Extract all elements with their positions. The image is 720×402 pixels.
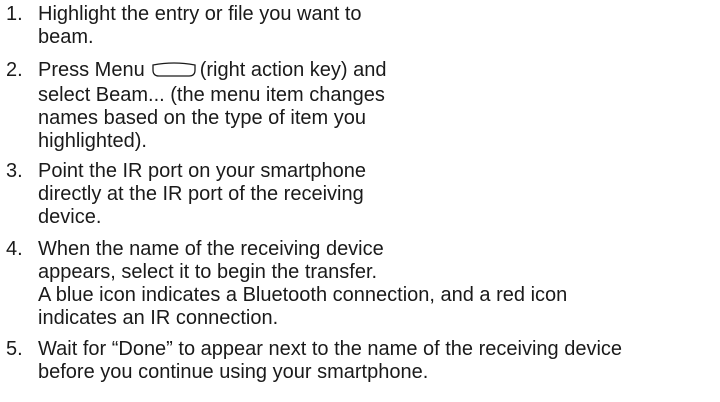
step-line: indicates an IR connection. (38, 307, 279, 329)
step-number: 5. (6, 338, 23, 360)
step-text: Press Menu (right action key) and select … (38, 59, 720, 153)
step-line: Highlight the entry or file you want to (38, 3, 362, 25)
step-text: Highlight the entry or file you want to … (38, 3, 720, 49)
step-number: 2. (6, 59, 23, 81)
step-line: device. (38, 206, 102, 228)
step-text: Wait for “Done” to appear next to the na… (38, 338, 720, 384)
step-line: Press Menu (right action key) and (38, 59, 720, 84)
step-line-end: (right action key) and (199, 59, 387, 81)
step-number: 1. (6, 3, 23, 25)
step-line: beam. (38, 26, 94, 48)
step-number: 4. (6, 238, 23, 260)
step-number: 3. (6, 160, 23, 182)
step-line: When the name of the receiving device (38, 238, 384, 260)
step-line: highlighted). (38, 130, 147, 152)
right-action-key-icon (151, 61, 197, 84)
instructions-page: 1. Highlight the entry or file you want … (0, 0, 720, 402)
step-text: Point the IR port on your smartphone dir… (38, 160, 720, 229)
step-line: appears, select it to begin the transfer… (38, 261, 378, 283)
step-line-start: Press Menu (38, 59, 145, 81)
step-line: Point the IR port on your smartphone (38, 160, 366, 182)
step-line: directly at the IR port of the receiving (38, 183, 364, 205)
step-line: Wait for “Done” to appear next to the na… (38, 338, 623, 360)
step-text: When the name of the receiving device ap… (38, 238, 720, 330)
step-line: before you continue using your smartphon… (38, 361, 429, 383)
step-line: A blue icon indicates a Bluetooth connec… (38, 284, 568, 306)
step-line: names based on the type of item you (38, 107, 366, 129)
step-line: select Beam... (the menu item changes (38, 84, 385, 106)
